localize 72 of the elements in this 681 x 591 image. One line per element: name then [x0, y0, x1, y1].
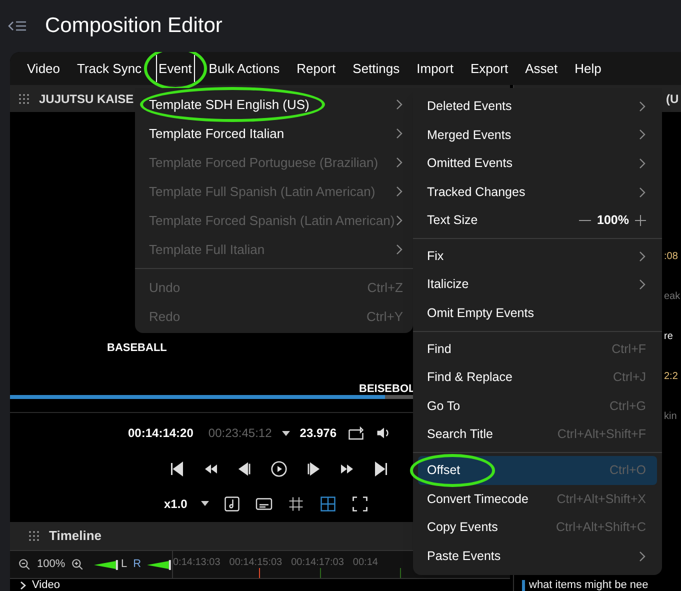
- play-icon[interactable]: [270, 460, 288, 478]
- time-tick: 00:14:15:03: [229, 556, 282, 570]
- event-text-fragment: kin: [664, 410, 678, 424]
- menu-item[interactable]: Export: [467, 55, 512, 82]
- menu-item[interactable]: Paste Events: [418, 542, 657, 570]
- menu-item[interactable]: Italicize: [418, 270, 657, 300]
- music-note-icon[interactable]: [223, 494, 242, 512]
- menu-item[interactable]: Omit Empty Events: [418, 299, 657, 328]
- subtitle-text: BEISEBOL: [359, 382, 416, 397]
- frame-rate: 23.976: [300, 425, 336, 442]
- menu-item[interactable]: Asset: [522, 55, 561, 82]
- caret-down-icon[interactable]: [282, 430, 290, 436]
- menu-item[interactable]: Tracked Changes: [418, 178, 657, 206]
- channel-label: L: [121, 557, 128, 572]
- panel-title: (U: [666, 90, 679, 108]
- menu-item[interactable]: Copy Events Ctrl+Alt+Shift+C: [418, 513, 657, 542]
- event-text-fragment: re: [664, 330, 674, 344]
- menu-item[interactable]: Video: [24, 55, 64, 82]
- menu-item[interactable]: Report: [294, 55, 339, 82]
- time-tick: 00:14: [352, 556, 378, 570]
- duration-time: 00:23:45:12: [208, 425, 272, 442]
- fullscreen-icon[interactable]: [351, 494, 370, 512]
- zoom-out-icon[interactable]: [18, 558, 31, 571]
- menu-item[interactable]: Merged Events: [418, 120, 657, 150]
- menu-item[interactable]: Convert Timecode Ctrl+Alt+Shift+X: [418, 484, 657, 514]
- menu-item[interactable]: Find & Replace Ctrl+J: [418, 363, 657, 392]
- menu-item[interactable]: Import: [414, 55, 456, 82]
- plus-icon[interactable]: [635, 215, 646, 226]
- skip-end-icon[interactable]: [372, 460, 390, 478]
- zoom-in-icon[interactable]: [71, 558, 84, 571]
- speed-selector[interactable]: x1.0: [164, 494, 188, 512]
- caret-down-icon[interactable]: [201, 501, 210, 506]
- panel-title: JUJUTSU KAISE: [39, 90, 134, 108]
- menu-item[interactable]: Search Title Ctrl+Alt+Shift+F: [418, 420, 657, 450]
- skip-start-icon[interactable]: [168, 460, 186, 478]
- zoom-level: 100%: [37, 557, 66, 572]
- menu-item[interactable]: Settings: [350, 55, 403, 82]
- menu-item[interactable]: Omitted Events: [418, 149, 657, 178]
- drag-handle-icon[interactable]: [19, 94, 29, 104]
- menu-item[interactable]: Track Sync: [74, 55, 145, 82]
- menu-item[interactable]: Event: [156, 55, 195, 82]
- menu-item[interactable]: Text Size 100%: [418, 206, 657, 235]
- menu-item[interactable]: Template Forced Italian: [135, 119, 413, 148]
- event-text-fragment: :08: [664, 250, 679, 264]
- event-text-fragment: eak: [664, 290, 681, 304]
- panel-title: Timeline: [49, 527, 102, 546]
- time-tick: 00:14:17:03: [291, 556, 344, 570]
- event-text: what items might be nee: [522, 580, 648, 591]
- collapse-menu-icon[interactable]: [8, 20, 28, 32]
- time-tick: 0:14:13:03: [173, 556, 220, 570]
- menu-item[interactable]: Offset Ctrl+O: [418, 456, 657, 485]
- grid-view-icon[interactable]: [319, 494, 338, 512]
- menu-item[interactable]: Deleted Events: [418, 92, 657, 121]
- menu-item[interactable]: Help: [572, 55, 604, 82]
- menu-item[interactable]: Bulk Actions: [206, 55, 283, 82]
- track-label: Video: [32, 580, 60, 590]
- volume-wedge-icon[interactable]: [94, 560, 120, 570]
- page-title: Composition Editor: [45, 13, 222, 40]
- drag-handle-icon[interactable]: [29, 531, 39, 541]
- current-time: 00:14:14:20: [128, 425, 194, 442]
- chevron-right-icon[interactable]: [20, 580, 26, 590]
- menu-item[interactable]: Go To Ctrl+G: [418, 392, 657, 421]
- menu-item[interactable]: Fix: [418, 242, 657, 271]
- channel-label: R: [133, 557, 142, 572]
- volume-wedge-icon[interactable]: [147, 560, 172, 570]
- subtitle-text: BASEBALL: [107, 341, 167, 356]
- menu-item[interactable]: Template SDH English (US): [135, 90, 413, 119]
- menu-item[interactable]: Find Ctrl+F: [418, 334, 657, 364]
- hash-grid-icon[interactable]: [287, 494, 306, 512]
- text-size-value: 100%: [597, 212, 629, 230]
- loop-icon[interactable]: [346, 424, 364, 442]
- event-text-fragment: 2:2: [664, 370, 679, 384]
